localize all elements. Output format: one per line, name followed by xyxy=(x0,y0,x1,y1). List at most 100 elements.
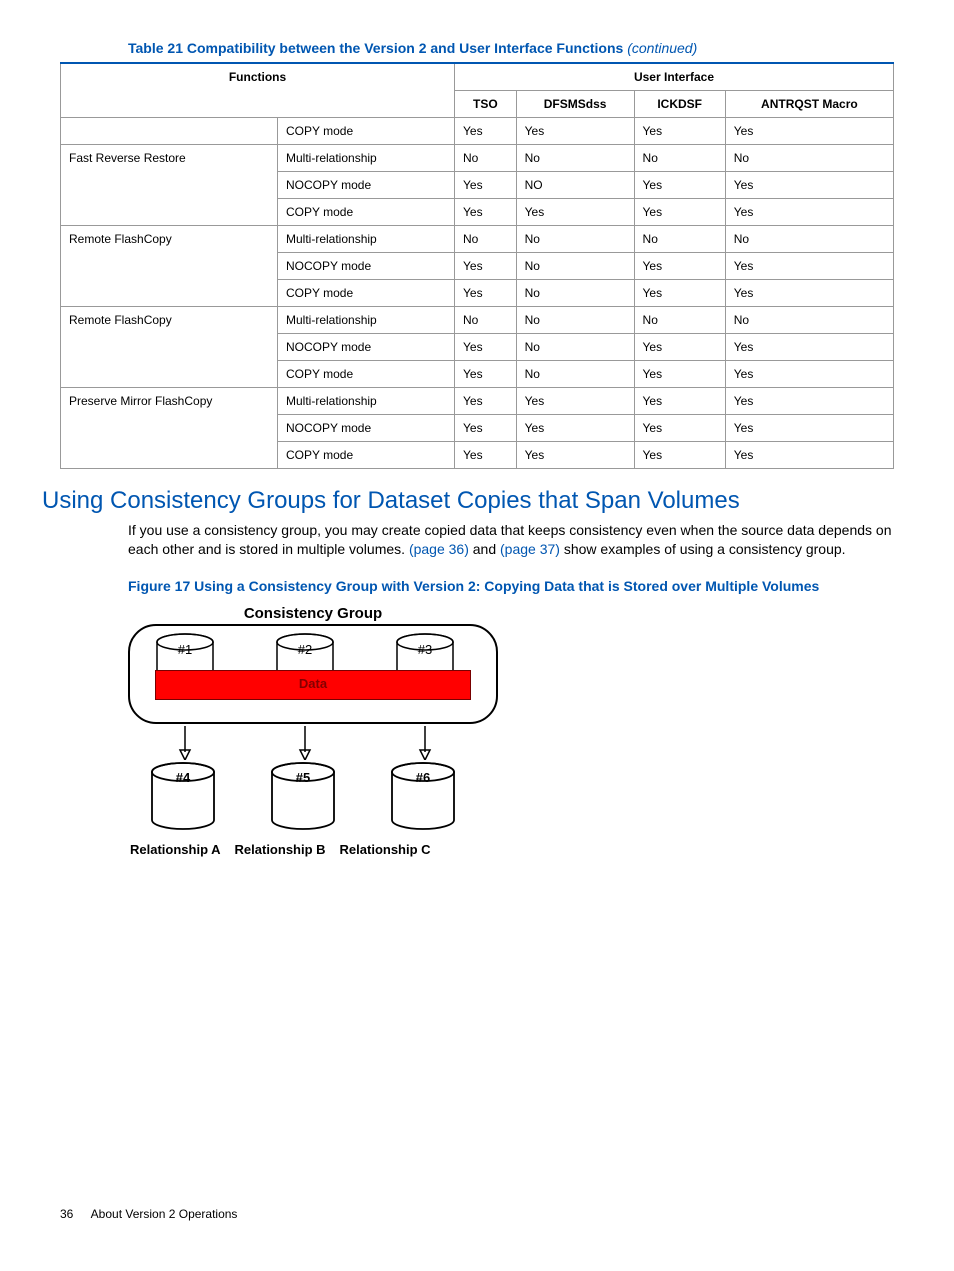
value-cell: No xyxy=(516,145,634,172)
footer-text: About Version 2 Operations xyxy=(91,1207,238,1221)
link-page-36[interactable]: (page 36) xyxy=(409,541,469,557)
value-cell: No xyxy=(516,361,634,388)
value-cell: Yes xyxy=(455,442,517,469)
value-cell: No xyxy=(634,226,725,253)
value-cell: Yes xyxy=(634,118,725,145)
link-page-37[interactable]: (page 37) xyxy=(500,541,560,557)
value-cell: Yes xyxy=(455,253,517,280)
para-part2: show examples of using a consistency gro… xyxy=(560,541,846,557)
source-label-3: #3 xyxy=(395,642,455,657)
function-cell: Fast Reverse Restore xyxy=(61,145,278,226)
value-cell: No xyxy=(634,145,725,172)
relationship-c: Relationship C xyxy=(340,842,431,857)
table-row: Fast Reverse RestoreMulti-relationshipNo… xyxy=(61,145,894,172)
value-cell: Yes xyxy=(725,172,893,199)
value-cell: Yes xyxy=(725,199,893,226)
value-cell: Yes xyxy=(725,415,893,442)
value-cell: Yes xyxy=(516,442,634,469)
value-cell: No xyxy=(455,145,517,172)
mode-cell: COPY mode xyxy=(278,361,455,388)
value-cell: Yes xyxy=(634,253,725,280)
value-cell: Yes xyxy=(634,334,725,361)
mode-cell: Multi-relationship xyxy=(278,226,455,253)
th-col-0: TSO xyxy=(455,91,517,118)
compatibility-table: Functions User Interface TSO DFSMSdss IC… xyxy=(60,62,894,469)
target-cylinder-1: #4 xyxy=(150,762,216,832)
value-cell: Yes xyxy=(725,280,893,307)
mode-cell: COPY mode xyxy=(278,442,455,469)
source-label-2: #2 xyxy=(275,642,335,657)
value-cell: No xyxy=(455,307,517,334)
value-cell: Yes xyxy=(725,253,893,280)
section-paragraph: If you use a consistency group, you may … xyxy=(60,521,894,559)
value-cell: Yes xyxy=(455,280,517,307)
figure-caption: Figure 17 Using a Consistency Group with… xyxy=(60,577,894,595)
mode-cell: NOCOPY mode xyxy=(278,172,455,199)
target-label-1: #4 xyxy=(150,770,216,785)
page-number: 36 xyxy=(60,1207,88,1221)
value-cell: Yes xyxy=(516,415,634,442)
value-cell: Yes xyxy=(725,118,893,145)
value-cell: Yes xyxy=(725,334,893,361)
value-cell: Yes xyxy=(725,442,893,469)
value-cell: No xyxy=(634,307,725,334)
consistency-group-box: #1 #2 #3 Data xyxy=(128,624,498,724)
mode-cell: Multi-relationship xyxy=(278,307,455,334)
value-cell: NO xyxy=(516,172,634,199)
para-mid: and xyxy=(469,541,500,557)
function-cell: Remote FlashCopy xyxy=(61,307,278,388)
arrow-2 xyxy=(298,726,312,760)
diagram-title: Consistency Group xyxy=(128,605,498,622)
mode-cell: COPY mode xyxy=(278,118,455,145)
value-cell: No xyxy=(516,334,634,361)
value-cell: Yes xyxy=(725,388,893,415)
target-cylinder-3: #6 xyxy=(390,762,456,832)
table-caption-continued: (continued) xyxy=(627,40,697,56)
table-row: COPY modeYesYesYesYes xyxy=(61,118,894,145)
relationship-a: Relationship A xyxy=(130,842,221,857)
th-user-interface: User Interface xyxy=(455,63,894,91)
table-row: Remote FlashCopyMulti-relationshipNoNoNo… xyxy=(61,226,894,253)
value-cell: No xyxy=(516,226,634,253)
value-cell: Yes xyxy=(634,415,725,442)
value-cell: No xyxy=(725,145,893,172)
table-caption: Table 21 Compatibility between the Versi… xyxy=(60,40,894,56)
mode-cell: COPY mode xyxy=(278,280,455,307)
value-cell: Yes xyxy=(516,118,634,145)
value-cell: Yes xyxy=(516,199,634,226)
value-cell: Yes xyxy=(455,199,517,226)
target-label-3: #6 xyxy=(390,770,456,785)
arrow-3 xyxy=(418,726,432,760)
value-cell: Yes xyxy=(455,172,517,199)
mode-cell: NOCOPY mode xyxy=(278,415,455,442)
value-cell: Yes xyxy=(634,361,725,388)
mode-cell: Multi-relationship xyxy=(278,388,455,415)
th-functions: Functions xyxy=(61,63,455,118)
value-cell: Yes xyxy=(455,361,517,388)
th-col-2: ICKDSF xyxy=(634,91,725,118)
value-cell: Yes xyxy=(455,118,517,145)
mode-cell: NOCOPY mode xyxy=(278,334,455,361)
target-label-2: #5 xyxy=(270,770,336,785)
data-band: Data xyxy=(155,670,471,700)
mode-cell: COPY mode xyxy=(278,199,455,226)
value-cell: No xyxy=(516,307,634,334)
relationship-b: Relationship B xyxy=(235,842,326,857)
value-cell: No xyxy=(725,226,893,253)
consistency-group-diagram: Consistency Group #1 #2 #3 Data xyxy=(128,605,498,857)
table-row: Preserve Mirror FlashCopyMulti-relations… xyxy=(61,388,894,415)
mode-cell: NOCOPY mode xyxy=(278,253,455,280)
target-cylinder-2: #5 xyxy=(270,762,336,832)
value-cell: Yes xyxy=(634,442,725,469)
section-heading: Using Consistency Groups for Dataset Cop… xyxy=(42,487,894,515)
th-col-1: DFSMSdss xyxy=(516,91,634,118)
table-caption-text: Table 21 Compatibility between the Versi… xyxy=(128,40,623,56)
function-cell: Preserve Mirror FlashCopy xyxy=(61,388,278,469)
value-cell: Yes xyxy=(455,334,517,361)
value-cell: No xyxy=(516,253,634,280)
function-cell xyxy=(61,118,278,145)
arrow-1 xyxy=(178,726,192,760)
value-cell: Yes xyxy=(455,415,517,442)
page-footer: 36 About Version 2 Operations xyxy=(60,1207,237,1221)
value-cell: No xyxy=(516,280,634,307)
